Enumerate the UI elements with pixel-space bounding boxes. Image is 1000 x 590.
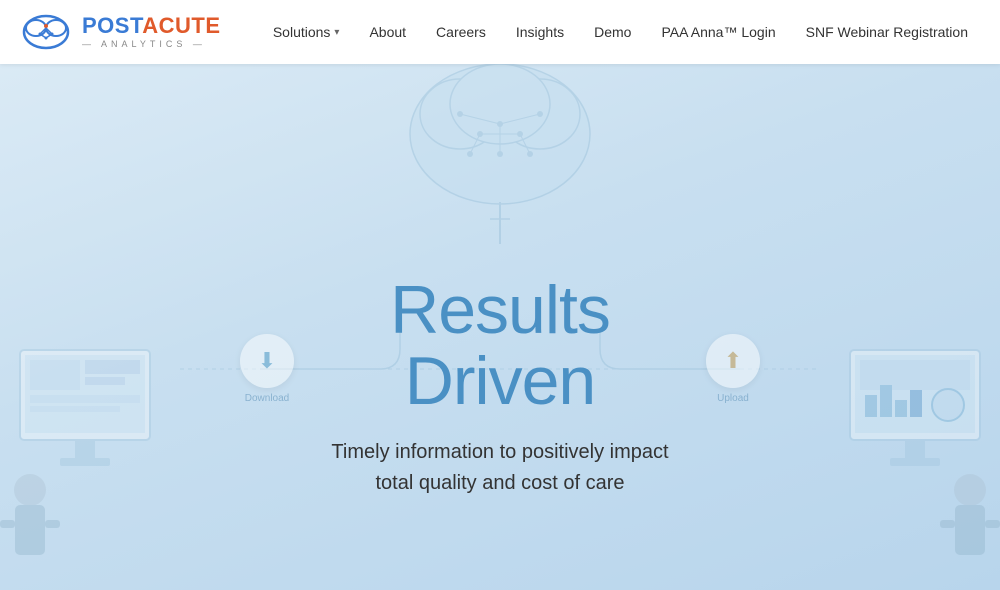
main-nav: Solutions ▾ About Careers Insights Demo … (261, 16, 980, 48)
logo[interactable]: POSTACUTE — ANALYTICS — (20, 8, 240, 56)
nav-careers[interactable]: Careers (424, 16, 498, 48)
nav-about[interactable]: About (357, 16, 418, 48)
hero-section: ⬇ Download ⬆ Upload (0, 64, 1000, 590)
site-header: POSTACUTE — ANALYTICS — Solutions ▾ Abou… (0, 0, 1000, 64)
hero-content: Results Driven Timely information to pos… (310, 275, 690, 500)
person-left-illustration (0, 290, 200, 590)
nav-solutions[interactable]: Solutions ▾ (261, 16, 352, 48)
download-node-circle: ⬇ (240, 334, 294, 388)
upload-icon: ⬆ (724, 348, 742, 374)
chevron-down-icon: ▾ (334, 27, 339, 38)
logo-name: POSTACUTE (82, 15, 221, 37)
upload-node: ⬆ Upload (706, 334, 760, 404)
download-node: ⬇ Download (240, 334, 294, 404)
upload-node-circle: ⬆ (706, 334, 760, 388)
download-label: Download (245, 393, 289, 404)
nav-insights[interactable]: Insights (504, 16, 576, 48)
nav-paa-anna-login[interactable]: PAA Anna™ Login (649, 16, 787, 48)
download-icon: ⬇ (258, 348, 276, 374)
upload-label: Upload (717, 393, 749, 404)
hero-subtitle: Timely information to positively impact … (310, 437, 690, 499)
logo-icon (20, 8, 72, 56)
logo-text: POSTACUTE — ANALYTICS — (82, 15, 221, 49)
brain-circuit-illustration (380, 64, 620, 244)
nav-snf-webinar[interactable]: SNF Webinar Registration (794, 16, 980, 48)
nav-demo[interactable]: Demo (582, 16, 643, 48)
logo-sub: — ANALYTICS — (82, 40, 221, 49)
person-right-illustration (800, 290, 1000, 590)
hero-title: Results Driven (310, 275, 690, 418)
